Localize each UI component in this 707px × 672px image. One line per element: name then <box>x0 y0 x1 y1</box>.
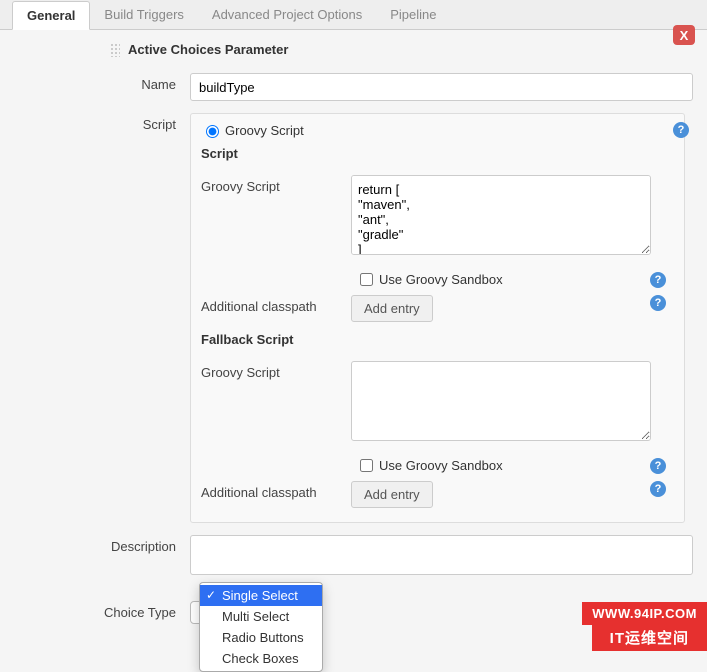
choice-option-radio-buttons[interactable]: Radio Buttons <box>200 627 322 648</box>
additional-classpath-label: Additional classpath <box>201 295 351 314</box>
name-label: Name <box>0 73 190 101</box>
sandbox-label: Use Groovy Sandbox <box>379 272 503 287</box>
tab-build-triggers[interactable]: Build Triggers <box>90 1 197 28</box>
script-panel: Groovy Script ? Script Groovy Script Use… <box>190 113 685 523</box>
drag-handle-icon[interactable] <box>110 43 120 57</box>
fallback-groovy-textarea[interactable] <box>351 361 651 441</box>
groovy-script-radio-label: Groovy Script <box>225 123 304 138</box>
fallback-additional-classpath-label: Additional classpath <box>201 481 351 500</box>
tab-general[interactable]: General <box>12 1 90 30</box>
description-input[interactable] <box>190 535 693 575</box>
choice-type-dropdown: Single Select Multi Select Radio Buttons… <box>199 582 323 672</box>
groovy-script-textarea[interactable] <box>351 175 651 255</box>
fallback-add-entry-button[interactable]: Add entry <box>351 481 433 508</box>
choice-type-label: Choice Type <box>0 601 190 624</box>
choice-option-check-boxes[interactable]: Check Boxes <box>200 648 322 669</box>
tab-advanced-project-options[interactable]: Advanced Project Options <box>198 1 376 28</box>
watermark-url: WWW.94IP.COM <box>582 602 707 625</box>
section-header: Active Choices Parameter <box>0 30 707 67</box>
section-title: Active Choices Parameter <box>128 42 288 57</box>
add-entry-button[interactable]: Add entry <box>351 295 433 322</box>
fallback-sandbox-checkbox[interactable] <box>360 459 373 472</box>
choice-option-multi-select[interactable]: Multi Select <box>200 606 322 627</box>
help-icon[interactable]: ? <box>650 295 666 311</box>
groovy-script-sublabel: Groovy Script <box>201 175 351 194</box>
name-input[interactable] <box>190 73 693 101</box>
tab-pipeline[interactable]: Pipeline <box>376 1 450 28</box>
choice-option-single-select[interactable]: Single Select <box>200 585 322 606</box>
fallback-sandbox-label: Use Groovy Sandbox <box>379 458 503 473</box>
help-icon[interactable]: ? <box>650 458 666 474</box>
help-icon[interactable]: ? <box>673 122 689 138</box>
fallback-subheading: Fallback Script <box>191 328 684 355</box>
help-icon[interactable]: ? <box>650 272 666 288</box>
help-icon[interactable]: ? <box>650 481 666 497</box>
script-subheading: Script <box>191 142 684 169</box>
sandbox-checkbox[interactable] <box>360 273 373 286</box>
script-label: Script <box>0 113 190 523</box>
tabs-bar: General Build Triggers Advanced Project … <box>0 0 707 30</box>
watermark-brand: IT运维空间 <box>592 624 707 651</box>
description-label: Description <box>0 535 190 575</box>
fallback-groovy-label: Groovy Script <box>201 361 351 380</box>
groovy-script-radio[interactable] <box>206 125 219 138</box>
